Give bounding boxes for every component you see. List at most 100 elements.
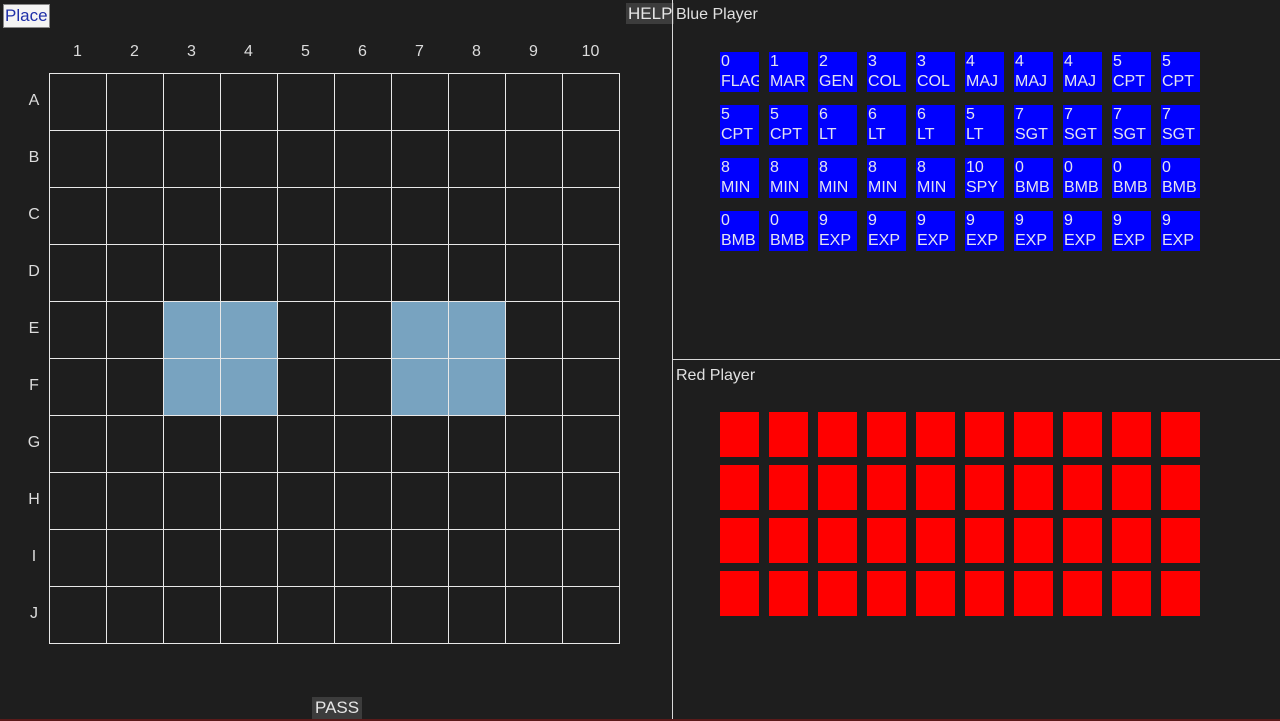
red-hidden-piece[interactable]: [1161, 465, 1200, 510]
board-cell[interactable]: [164, 416, 221, 473]
board-cell[interactable]: [506, 473, 563, 530]
board-cell[interactable]: [506, 188, 563, 245]
red-hidden-piece[interactable]: [867, 518, 906, 563]
place-button[interactable]: Place: [3, 4, 50, 28]
red-hidden-piece[interactable]: [720, 412, 759, 457]
board-cell[interactable]: [278, 188, 335, 245]
board-cell[interactable]: [107, 473, 164, 530]
board-cell[interactable]: [449, 188, 506, 245]
red-hidden-piece[interactable]: [818, 571, 857, 616]
red-hidden-piece[interactable]: [1063, 571, 1102, 616]
board-cell[interactable]: [107, 74, 164, 131]
help-button[interactable]: HELP: [626, 3, 675, 24]
board-cell[interactable]: [278, 416, 335, 473]
red-hidden-piece[interactable]: [1063, 412, 1102, 457]
blue-piece[interactable]: 9 EXP: [965, 211, 1004, 251]
board-cell[interactable]: [563, 131, 620, 188]
blue-piece[interactable]: 7 SGT: [1161, 105, 1200, 145]
board-cell[interactable]: [164, 131, 221, 188]
board-cell[interactable]: [506, 245, 563, 302]
board-cell[interactable]: [335, 245, 392, 302]
board-cell[interactable]: [107, 587, 164, 644]
blue-piece[interactable]: 7 SGT: [1112, 105, 1151, 145]
red-hidden-piece[interactable]: [965, 465, 1004, 510]
blue-piece[interactable]: 9 EXP: [1063, 211, 1102, 251]
blue-piece[interactable]: 4 MAJ: [1063, 52, 1102, 92]
pass-button[interactable]: PASS: [312, 697, 363, 719]
board-cell[interactable]: [221, 473, 278, 530]
board-cell[interactable]: [335, 473, 392, 530]
board-cell[interactable]: [506, 131, 563, 188]
board-cell[interactable]: [278, 302, 335, 359]
red-hidden-piece[interactable]: [1112, 412, 1151, 457]
red-hidden-piece[interactable]: [1112, 571, 1151, 616]
blue-piece[interactable]: 5 LT: [965, 105, 1004, 145]
red-hidden-piece[interactable]: [1161, 412, 1200, 457]
red-hidden-piece[interactable]: [1161, 518, 1200, 563]
board-cell[interactable]: [50, 302, 107, 359]
board-cell[interactable]: [392, 416, 449, 473]
board-cell[interactable]: [335, 359, 392, 416]
board-cell[interactable]: [164, 473, 221, 530]
blue-piece[interactable]: 8 MIN: [720, 158, 759, 198]
red-hidden-piece[interactable]: [769, 518, 808, 563]
board-cell[interactable]: [335, 74, 392, 131]
board-cell[interactable]: [278, 473, 335, 530]
red-hidden-piece[interactable]: [965, 412, 1004, 457]
blue-piece[interactable]: 0 FLAG: [720, 52, 759, 92]
red-hidden-piece[interactable]: [720, 518, 759, 563]
red-hidden-piece[interactable]: [916, 465, 955, 510]
board-cell[interactable]: [563, 74, 620, 131]
blue-piece[interactable]: 4 MAJ: [965, 52, 1004, 92]
blue-piece[interactable]: 6 LT: [818, 105, 857, 145]
red-hidden-piece[interactable]: [818, 518, 857, 563]
red-hidden-piece[interactable]: [916, 571, 955, 616]
board-cell[interactable]: [50, 416, 107, 473]
blue-piece[interactable]: 8 MIN: [916, 158, 955, 198]
board-cell[interactable]: [50, 587, 107, 644]
blue-piece[interactable]: 0 BMB: [1161, 158, 1200, 198]
board-cell[interactable]: [563, 416, 620, 473]
board-cell[interactable]: [164, 188, 221, 245]
red-hidden-piece[interactable]: [818, 465, 857, 510]
board-cell[interactable]: [221, 587, 278, 644]
blue-piece[interactable]: 7 SGT: [1063, 105, 1102, 145]
board-cell[interactable]: [563, 359, 620, 416]
red-hidden-piece[interactable]: [769, 465, 808, 510]
board-cell[interactable]: [107, 530, 164, 587]
board-cell[interactable]: [107, 131, 164, 188]
blue-piece[interactable]: 6 LT: [867, 105, 906, 145]
red-hidden-piece[interactable]: [720, 465, 759, 510]
board-cell[interactable]: [50, 131, 107, 188]
red-hidden-piece[interactable]: [1014, 571, 1053, 616]
board-cell[interactable]: [449, 74, 506, 131]
blue-piece[interactable]: 9 EXP: [916, 211, 955, 251]
red-hidden-piece[interactable]: [867, 465, 906, 510]
board-cell[interactable]: [335, 587, 392, 644]
board-cell[interactable]: [278, 131, 335, 188]
board-cell[interactable]: [107, 416, 164, 473]
board-cell[interactable]: [278, 74, 335, 131]
red-hidden-piece[interactable]: [965, 571, 1004, 616]
board-cell[interactable]: [563, 302, 620, 359]
board-cell[interactable]: [506, 359, 563, 416]
board-cell[interactable]: [506, 416, 563, 473]
board-cell[interactable]: [392, 188, 449, 245]
board-cell[interactable]: [107, 245, 164, 302]
blue-piece[interactable]: 9 EXP: [818, 211, 857, 251]
red-hidden-piece[interactable]: [1014, 465, 1053, 510]
board-cell[interactable]: [449, 131, 506, 188]
board-cell[interactable]: [50, 473, 107, 530]
blue-piece[interactable]: 0 BMB: [1112, 158, 1151, 198]
blue-piece[interactable]: 0 BMB: [1014, 158, 1053, 198]
board-cell[interactable]: [107, 188, 164, 245]
blue-piece[interactable]: 9 EXP: [867, 211, 906, 251]
blue-piece[interactable]: 9 EXP: [1014, 211, 1053, 251]
board-cell[interactable]: [164, 530, 221, 587]
red-hidden-piece[interactable]: [1063, 518, 1102, 563]
red-hidden-piece[interactable]: [916, 518, 955, 563]
blue-piece[interactable]: 10 SPY: [965, 158, 1004, 198]
red-hidden-piece[interactable]: [769, 412, 808, 457]
red-hidden-piece[interactable]: [965, 518, 1004, 563]
board-cell[interactable]: [221, 74, 278, 131]
